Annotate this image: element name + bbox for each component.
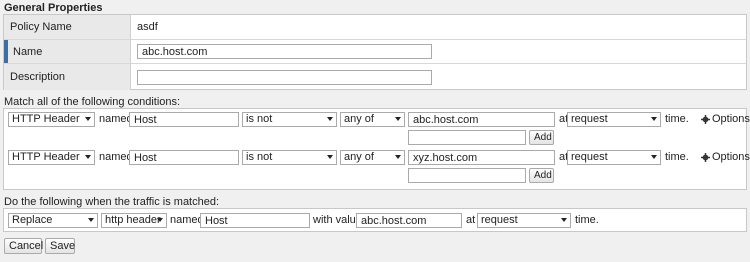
condition-2-operator-select[interactable]: is not (242, 150, 337, 165)
action-named-label: named (170, 214, 204, 226)
condition-2-value-input[interactable] (408, 150, 555, 165)
condition-2-add-input[interactable] (408, 168, 526, 183)
action-value-input[interactable] (356, 213, 462, 228)
condition-2-timing-select[interactable]: request (567, 150, 661, 165)
condition-2-quantifier-select[interactable]: any of (340, 150, 405, 165)
condition-1-options-link[interactable]: Options (712, 112, 750, 127)
name-row: Name (4, 39, 746, 63)
action-select[interactable]: Replace (8, 213, 98, 228)
selected-row-indicator (4, 40, 8, 63)
chevron-down-icon (395, 155, 401, 159)
policy-name-row: Policy Name asdf (4, 15, 746, 39)
condition-2-add-button[interactable]: Add (529, 168, 554, 183)
policy-name-value: asdf (137, 21, 158, 33)
conditions-block: HTTP Header named is not any of at reque… (3, 108, 750, 190)
actions-title: Do the following when the traffic is mat… (4, 196, 220, 208)
action-time-label: time. (575, 214, 599, 226)
chevron-down-icon (327, 155, 333, 159)
general-properties-title: General Properties (4, 2, 103, 14)
policy-name-label: Policy Name (4, 15, 131, 39)
condition-1-add-button[interactable]: Add (529, 130, 554, 145)
chevron-down-icon (561, 218, 567, 222)
description-input[interactable] (137, 69, 432, 85)
actions-block: Replace http header named with value at … (3, 208, 747, 232)
action-name-input[interactable] (200, 213, 310, 228)
description-row: Description (4, 63, 746, 90)
chevron-down-icon (395, 117, 401, 121)
chevron-down-icon (327, 117, 333, 121)
condition-1-time-label: time. (665, 113, 689, 125)
chevron-down-icon (85, 117, 91, 121)
action-at-label: at (466, 214, 476, 226)
condition-2-type-select[interactable]: HTTP Header (8, 150, 95, 165)
action-with-value-label: with value (313, 214, 362, 226)
gear-icon[interactable] (701, 115, 710, 124)
chevron-down-icon (85, 155, 91, 159)
description-label: Description (4, 64, 131, 90)
general-properties-table: Policy Name asdf Name Description (3, 14, 747, 90)
condition-1-named-label: named (99, 113, 133, 125)
condition-1-operator-select[interactable]: is not (242, 112, 337, 127)
condition-2-named-label: named (99, 151, 133, 163)
action-target-select[interactable]: http header (101, 213, 167, 228)
cancel-button[interactable]: Cancel (4, 238, 43, 254)
condition-2-name-input[interactable] (129, 150, 239, 165)
name-input[interactable] (137, 44, 432, 59)
condition-1-timing-select[interactable]: request (567, 112, 661, 127)
conditions-title: Match all of the following conditions: (4, 96, 181, 108)
chevron-down-icon (651, 155, 657, 159)
condition-1-type-select[interactable]: HTTP Header (8, 112, 95, 127)
name-label: Name (13, 45, 43, 58)
chevron-down-icon (651, 117, 657, 121)
condition-2-time-label: time. (665, 151, 689, 163)
condition-1-name-input[interactable] (129, 112, 239, 127)
chevron-down-icon (157, 218, 163, 222)
save-button[interactable]: Save (45, 238, 75, 254)
condition-1-add-input[interactable] (408, 130, 526, 145)
gear-icon[interactable] (701, 153, 710, 162)
condition-1-value-input[interactable] (408, 112, 555, 127)
condition-2-options-link[interactable]: Options (712, 150, 750, 165)
condition-1-quantifier-select[interactable]: any of (340, 112, 405, 127)
action-timing-select[interactable]: request (477, 213, 571, 228)
chevron-down-icon (88, 218, 94, 222)
